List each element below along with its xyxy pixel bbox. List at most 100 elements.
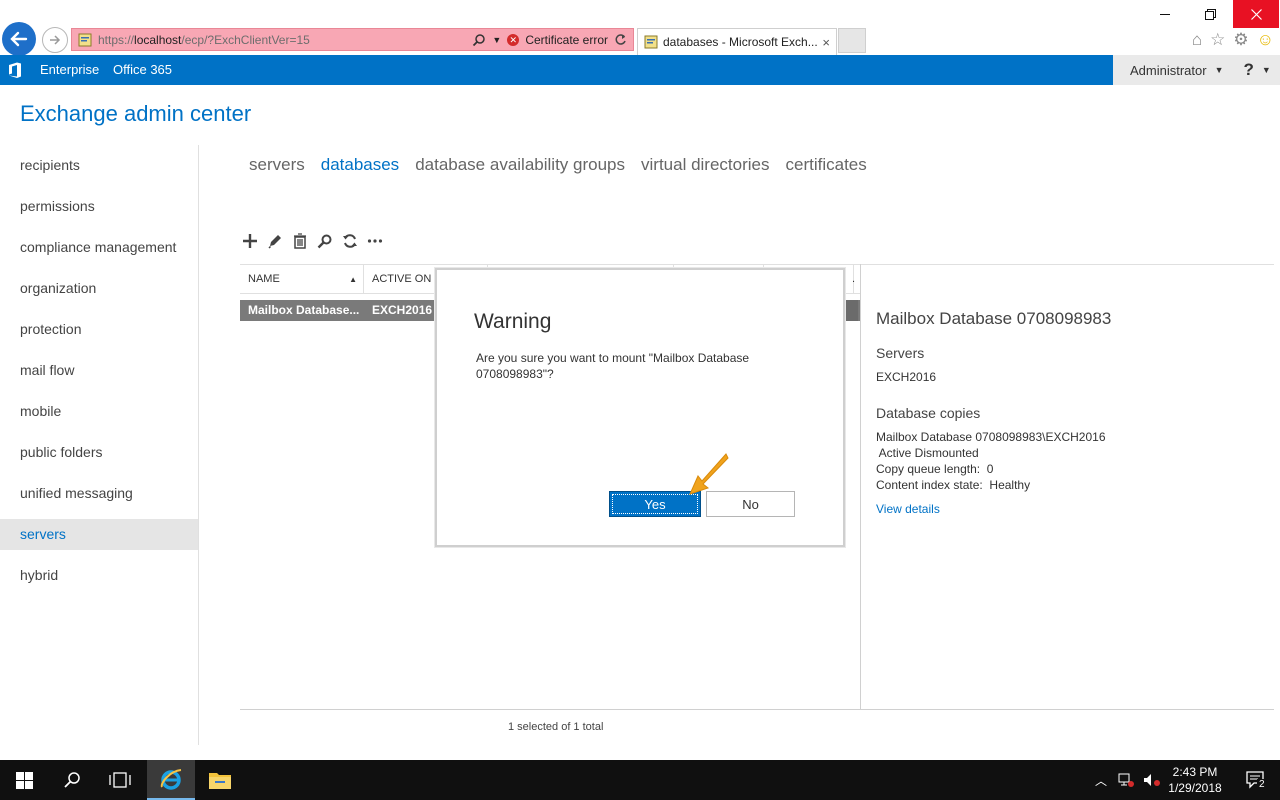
page-icon: [644, 35, 658, 49]
nav-item-public-folders[interactable]: public folders: [0, 432, 198, 473]
certificate-error-icon[interactable]: ✕: [507, 33, 520, 46]
tab-database-availability-groups[interactable]: database availability groups: [415, 155, 625, 175]
toolbar: [241, 232, 383, 250]
notification-count: 2: [1257, 779, 1267, 790]
browser-tab[interactable]: databases - Microsoft Exch... ×: [637, 28, 837, 55]
content-index-state: Content index state: Healthy: [876, 478, 1031, 492]
chevron-down-icon: ▼: [1214, 65, 1224, 75]
admin-name[interactable]: Administrator: [1130, 63, 1207, 78]
nav-item-protection[interactable]: protection: [0, 309, 198, 350]
action-center-button[interactable]: 2: [1232, 760, 1280, 800]
refresh-icon[interactable]: [614, 33, 627, 46]
home-icon[interactable]: ⌂: [1192, 30, 1202, 50]
page-title: Exchange admin center: [20, 101, 252, 126]
admin-menu[interactable]: Administrator ▼ ? ▼: [1113, 55, 1280, 85]
pointer-arrow-icon: [689, 453, 729, 495]
refresh-icon[interactable]: [341, 232, 358, 250]
browser-toolbar-icons: ⌂ ☆ ⚙ ☺: [1192, 30, 1274, 50]
column-header-name[interactable]: NAME ▲: [240, 265, 364, 294]
start-button[interactable]: [0, 760, 48, 800]
clock-time: 2:43 PM: [1172, 765, 1218, 779]
nav-item-servers[interactable]: servers: [0, 519, 198, 550]
url-text: https://localhost/ecp/?ExchClientVer=15: [98, 32, 310, 47]
dropdown-arrow-icon[interactable]: ▼: [492, 35, 501, 45]
search-icon[interactable]: [472, 33, 486, 47]
new-tab-button[interactable]: [838, 28, 866, 53]
servers-value: EXCH2016: [876, 370, 937, 384]
copy-queue-length: Copy queue length: 0: [876, 462, 994, 476]
tab-title: databases - Microsoft Exch...: [663, 35, 818, 49]
certificate-error-label[interactable]: Certificate error: [525, 33, 608, 47]
more-options-icon[interactable]: [366, 232, 383, 250]
search-icon: [64, 772, 80, 788]
add-icon[interactable]: [241, 232, 258, 250]
minimize-icon: [1159, 13, 1170, 15]
page-icon: [78, 33, 92, 46]
row-name: Mailbox Database...: [248, 303, 360, 317]
minimize-button[interactable]: [1142, 0, 1188, 28]
restore-button[interactable]: [1187, 0, 1233, 28]
tab-virtual-directories[interactable]: virtual directories: [641, 155, 770, 175]
header-rule: [860, 264, 1274, 265]
clock-date: 1/29/2018: [1168, 781, 1222, 795]
details-title: Mailbox Database 0708098983: [876, 309, 1112, 328]
tab-servers[interactable]: servers: [249, 155, 305, 175]
column-name-label: NAME: [248, 273, 280, 285]
address-bar[interactable]: https://localhost/ecp/?ExchClientVer=15 …: [71, 28, 634, 51]
browser-chrome: https://localhost/ecp/?ExchClientVer=15 …: [0, 0, 1280, 56]
nav-item-hybrid[interactable]: hybrid: [0, 555, 198, 596]
arrow-right-icon: [50, 35, 61, 45]
row-active-on: EXCH2016: [372, 303, 433, 317]
office-logo-icon[interactable]: [8, 62, 22, 78]
enterprise-link[interactable]: Enterprise: [40, 62, 99, 77]
nav-item-unified-messaging[interactable]: unified messaging: [0, 473, 198, 514]
volume-muted-icon[interactable]: [1143, 772, 1161, 788]
copy-name: Mailbox Database 0708098983\EXCH2016: [876, 430, 1106, 444]
tab-databases[interactable]: databases: [321, 155, 399, 175]
delete-trash-icon[interactable]: [291, 232, 308, 250]
nav-item-recipients[interactable]: recipients: [0, 145, 198, 186]
grid-scrollbar[interactable]: [846, 300, 858, 321]
network-icon[interactable]: [1117, 772, 1135, 788]
footer-divider: [240, 709, 1274, 710]
copy-status: Active Dismounted: [876, 446, 979, 460]
nav-item-mail-flow[interactable]: mail flow: [0, 350, 198, 391]
close-icon: [1250, 8, 1262, 20]
help-icon[interactable]: ?: [1244, 60, 1254, 80]
dialog-title: Warning: [474, 310, 552, 333]
chevron-down-icon[interactable]: ▼: [1262, 65, 1271, 75]
office365-link[interactable]: Office 365: [113, 62, 172, 77]
smiley-feedback-icon[interactable]: ☺: [1257, 30, 1274, 50]
left-nav: recipients permissions compliance manage…: [0, 145, 199, 745]
details-pane: Mailbox Database 0708098983 Servers EXCH…: [876, 300, 1266, 516]
view-details-link[interactable]: View details: [876, 502, 940, 516]
restore-icon: [1204, 8, 1216, 20]
sort-ascending-icon: ▲: [349, 275, 357, 284]
column-header-6[interactable]: .: [844, 265, 860, 294]
dialog-message: Are you sure you want to mount "Mailbox …: [476, 351, 750, 381]
back-button[interactable]: [2, 22, 36, 56]
chevron-up-icon[interactable]: ︿: [1095, 772, 1107, 789]
nav-item-compliance-management[interactable]: compliance management: [0, 227, 198, 268]
system-tray: ︿: [1095, 760, 1161, 800]
gear-icon[interactable]: ⚙: [1233, 30, 1248, 50]
tab-certificates[interactable]: certificates: [786, 155, 867, 175]
close-tab-icon[interactable]: ×: [822, 35, 836, 50]
task-view-icon: [109, 772, 131, 788]
edit-pencil-icon[interactable]: [266, 232, 283, 250]
arrow-left-icon: [10, 31, 28, 47]
servers-heading: Servers: [876, 345, 925, 361]
nav-item-mobile[interactable]: mobile: [0, 391, 198, 432]
close-window-button[interactable]: [1233, 0, 1279, 28]
search-button[interactable]: [48, 760, 96, 800]
internet-explorer-taskbar-button[interactable]: [147, 760, 195, 800]
clock[interactable]: 2:43 PM 1/29/2018: [1160, 764, 1230, 796]
task-view-button[interactable]: [96, 760, 144, 800]
favorites-star-icon[interactable]: ☆: [1210, 30, 1225, 50]
forward-button[interactable]: [42, 27, 68, 53]
file-explorer-taskbar-button[interactable]: [196, 760, 244, 800]
nav-item-organization[interactable]: organization: [0, 268, 198, 309]
search-icon[interactable]: [316, 232, 333, 250]
nav-item-permissions[interactable]: permissions: [0, 186, 198, 227]
taskbar: ︿ 2:43 PM 1/29/2018 2: [0, 760, 1280, 800]
